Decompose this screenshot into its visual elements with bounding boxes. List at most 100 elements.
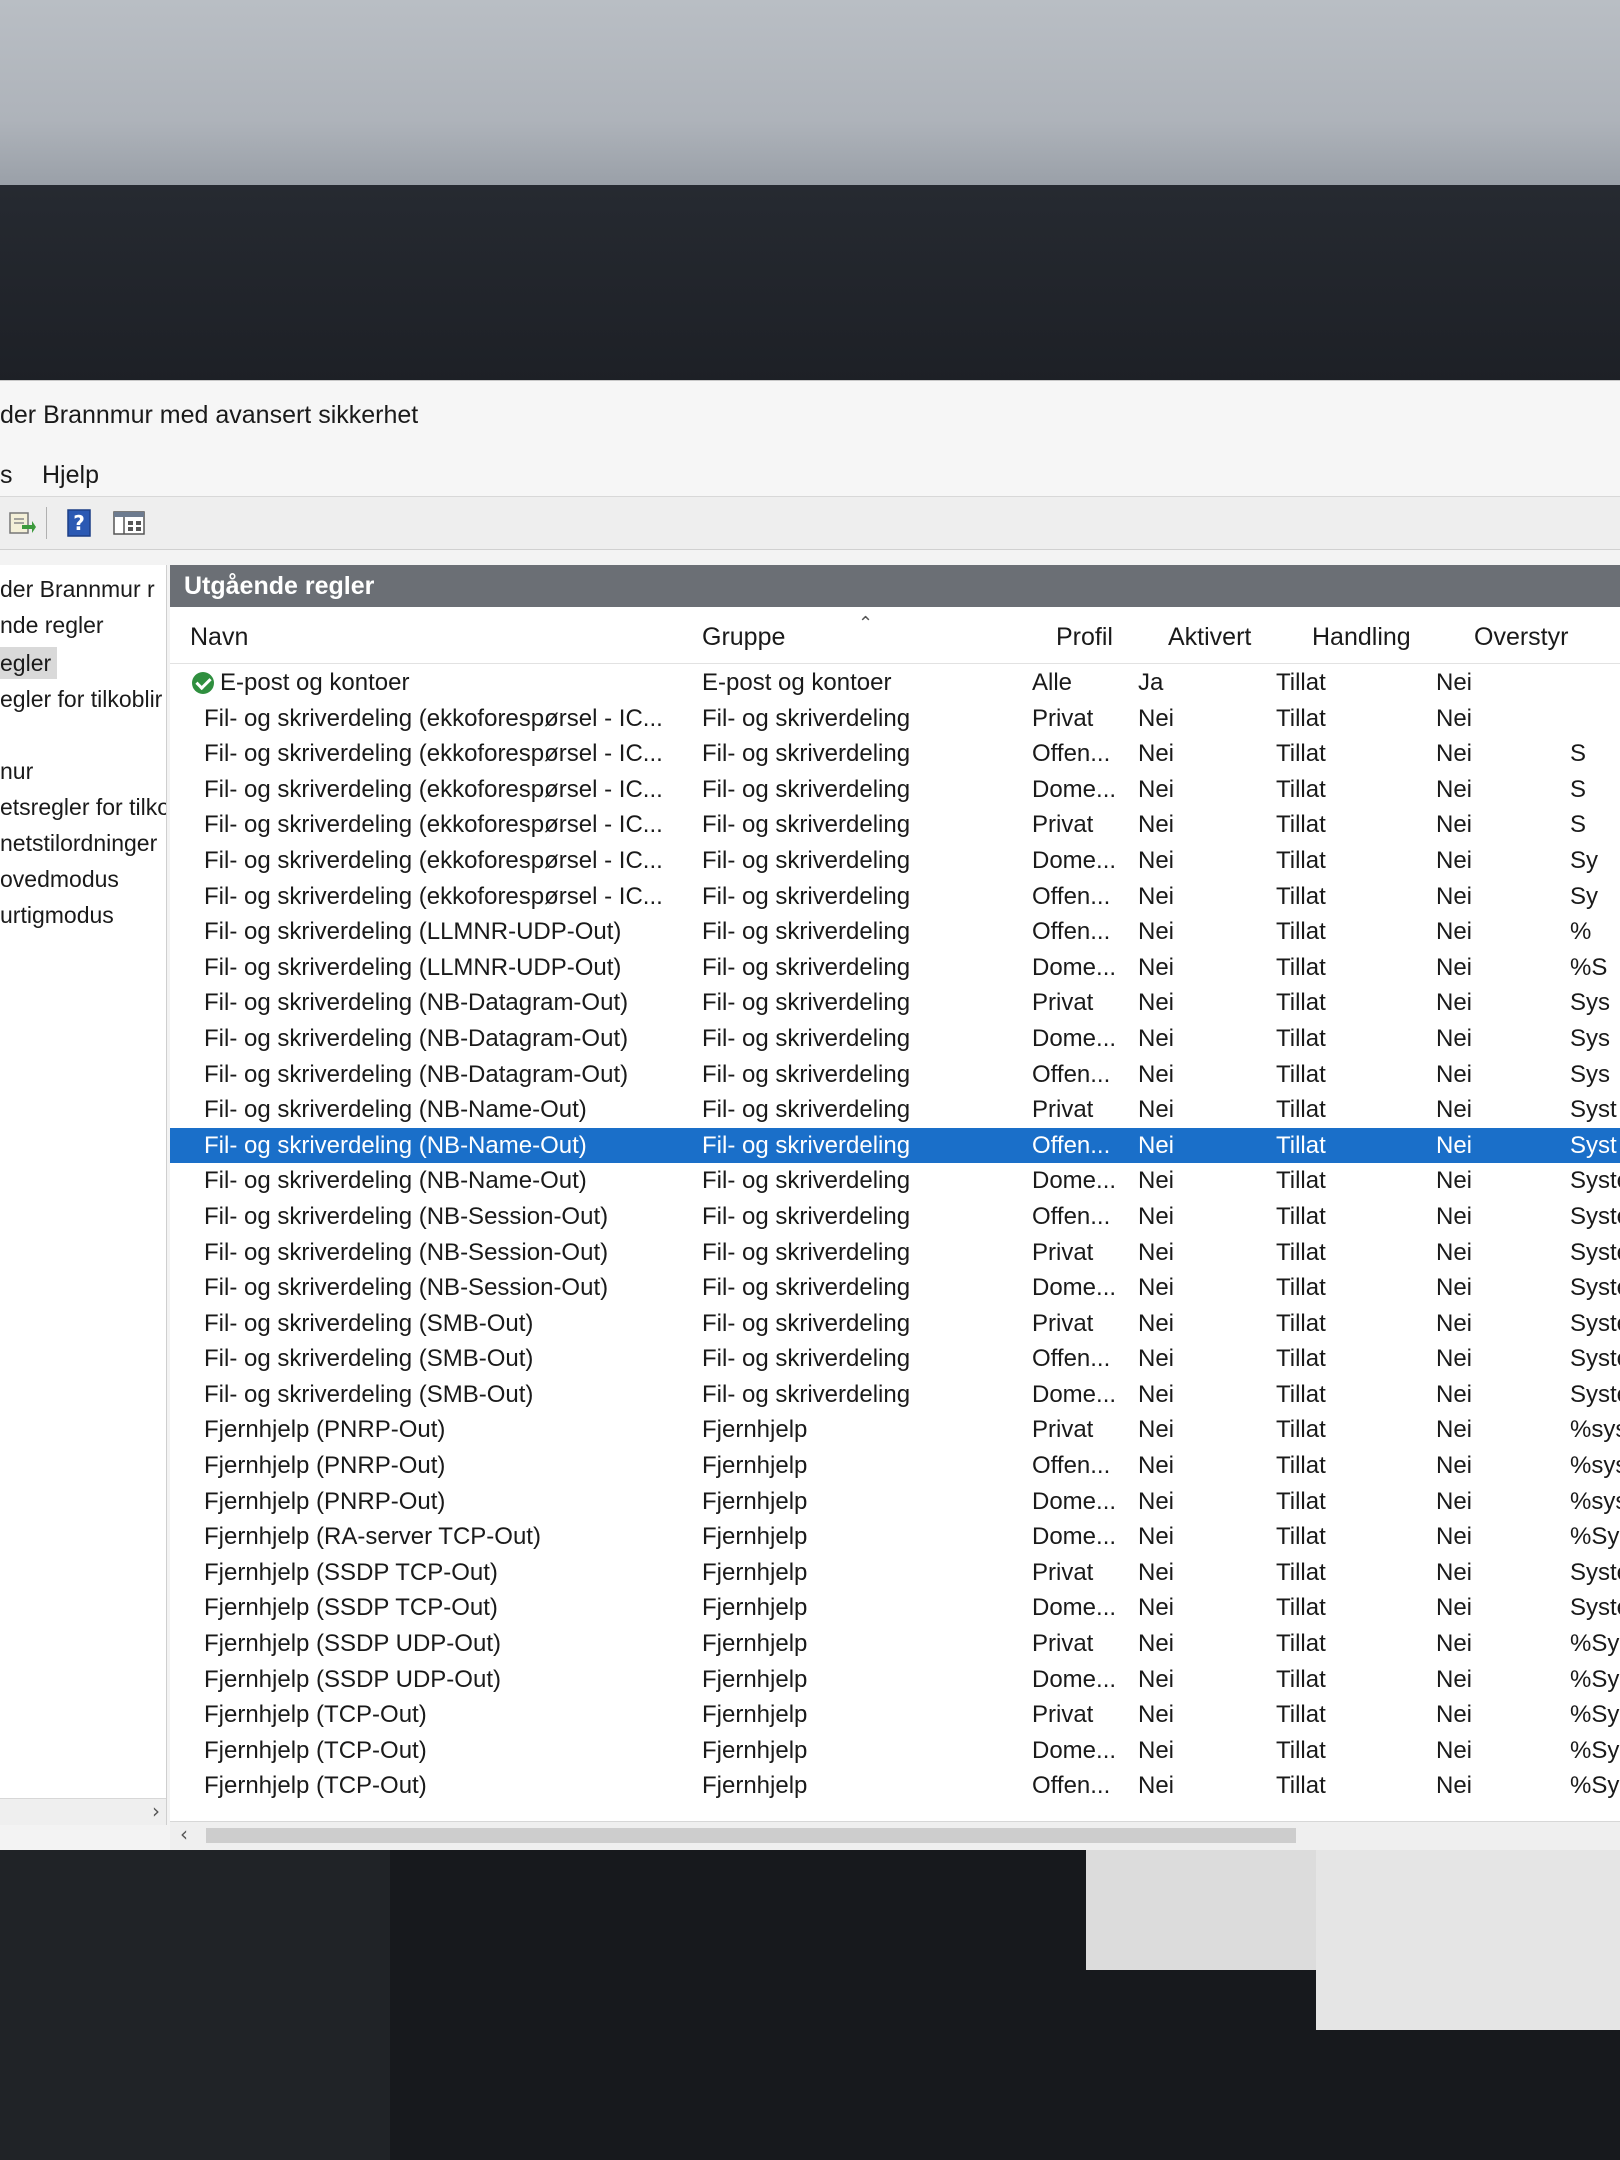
tree-item-quick-mode[interactable]: urtigmodus — [0, 899, 114, 931]
tree-item-monitoring[interactable]: nur — [0, 755, 33, 787]
cell-program: S — [1570, 740, 1587, 768]
paper-sheet — [1316, 1850, 1620, 2030]
cell-profile: Offen... — [1032, 1060, 1111, 1088]
table-row[interactable]: Fil- og skriverdeling (NB-Datagram-Out) F… — [170, 1057, 1620, 1093]
table-row[interactable]: E-post og kontoer E-post og kontoer Alle Ja… — [170, 665, 1620, 701]
table-row[interactable]: Fil- og skriverdeling (NB-Name-Out) Fil- … — [170, 1092, 1620, 1128]
tree-item-inbound-rules[interactable]: nde regler — [0, 609, 104, 641]
scroll-left-icon[interactable]: ‹ — [180, 1822, 188, 1846]
table-row[interactable]: Fil- og skriverdeling (SMB-Out) Fil- og s… — [170, 1377, 1620, 1413]
help-icon: ? — [67, 509, 91, 537]
cell-enabled: Nei — [1138, 953, 1175, 981]
tree-horizontal-scrollbar[interactable]: › — [0, 1798, 166, 1825]
table-row[interactable]: Fjernhjelp (PNRP-Out) Fjernhjelp Offen... N… — [170, 1448, 1620, 1484]
column-header-group[interactable]: Gruppe — [702, 623, 785, 652]
table-row[interactable]: Fjernhjelp (SSDP TCP-Out) Fjernhjelp Priva… — [170, 1555, 1620, 1591]
scroll-right-icon[interactable]: › — [152, 1799, 160, 1823]
tree-item-connection-rules[interactable]: egler for tilkoblir — [0, 683, 162, 715]
cell-profile: Privat — [1032, 704, 1094, 732]
export-button[interactable] — [2, 505, 40, 541]
cell-enabled: Nei — [1138, 1665, 1175, 1693]
tree-item-outbound-rules[interactable]: egler — [0, 647, 58, 679]
table-row[interactable]: Fil- og skriverdeling (ekkoforespørsel -… — [170, 879, 1620, 915]
tree-item-main-mode[interactable]: ovedmodus — [0, 863, 119, 895]
rules-list: E-post og kontoer E-post og kontoer Alle Ja… — [170, 665, 1620, 1804]
cell-action: Tillat — [1276, 704, 1326, 732]
table-row[interactable]: Fil- og skriverdeling (NB-Session-Out) Fi… — [170, 1270, 1620, 1306]
table-row[interactable]: Fjernhjelp (PNRP-Out) Fjernhjelp Dome... Ne… — [170, 1484, 1620, 1520]
cell-profile: Dome... — [1032, 1167, 1117, 1195]
table-row[interactable]: Fil- og skriverdeling (NB-Datagram-Out) F… — [170, 1021, 1620, 1057]
table-row[interactable]: Fjernhjelp (PNRP-Out) Fjernhjelp Privat Nei… — [170, 1412, 1620, 1448]
tree-item-root[interactable]: der Brannmur r — [0, 573, 155, 605]
table-row[interactable]: Fjernhjelp (SSDP UDP-Out) Fjernhjelp Priva… — [170, 1626, 1620, 1662]
menu-item-partial[interactable]: s — [0, 461, 13, 490]
column-header-enabled[interactable]: Aktivert — [1168, 623, 1251, 652]
table-row[interactable]: Fil- og skriverdeling (NB-Session-Out) Fi… — [170, 1235, 1620, 1271]
table-row[interactable]: Fil- og skriverdeling (LLMNR-UDP-Out) Fil… — [170, 950, 1620, 986]
cell-enabled: Nei — [1138, 811, 1175, 839]
scrollbar-thumb[interactable] — [206, 1828, 1296, 1843]
cell-enabled: Nei — [1138, 1380, 1175, 1408]
cell-enabled: Nei — [1138, 1202, 1175, 1230]
table-row[interactable]: Fil- og skriverdeling (NB-Name-Out) Fil- … — [170, 1163, 1620, 1199]
cell-override: Nei — [1436, 740, 1473, 768]
table-row[interactable]: Fjernhjelp (TCP-Out) Fjernhjelp Privat Nei T… — [170, 1697, 1620, 1733]
table-row[interactable]: Fjernhjelp (SSDP UDP-Out) Fjernhjelp Dome.… — [170, 1662, 1620, 1698]
cell-enabled: Nei — [1138, 846, 1175, 874]
table-row[interactable]: Fil- og skriverdeling (LLMNR-UDP-Out) Fil… — [170, 914, 1620, 950]
table-row[interactable]: Fil- og skriverdeling (SMB-Out) Fil- og s… — [170, 1341, 1620, 1377]
cell-group: Fil- og skriverdeling — [702, 1274, 911, 1302]
cell-enabled: Ja — [1138, 669, 1164, 696]
title-bar: der Brannmur med avansert sikkerhet — [0, 381, 1620, 451]
cell-action: Tillat — [1276, 775, 1326, 803]
cell-enabled: Nei — [1138, 1736, 1175, 1764]
table-row[interactable]: Fjernhjelp (TCP-Out) Fjernhjelp Dome... Nei… — [170, 1733, 1620, 1769]
cell-profile: Dome... — [1032, 1736, 1117, 1764]
monitor-bezel — [0, 185, 1620, 385]
help-button[interactable]: ? — [60, 505, 98, 541]
cell-group: Fil- og skriverdeling — [702, 740, 911, 768]
table-row[interactable]: Fil- og skriverdeling (ekkoforespørsel -… — [170, 843, 1620, 879]
cell-program: System — [1570, 1558, 1620, 1586]
cell-profile: Dome... — [1032, 1523, 1117, 1551]
cell-profile: Privat — [1032, 1096, 1094, 1124]
table-row[interactable]: Fjernhjelp (RA-server TCP-Out) Fjernhjelp… — [170, 1519, 1620, 1555]
cell-enabled: Nei — [1138, 1452, 1175, 1480]
table-row[interactable]: Fjernhjelp (TCP-Out) Fjernhjelp Offen... Ne… — [170, 1768, 1620, 1804]
cell-enabled: Nei — [1138, 1630, 1175, 1658]
table-row[interactable]: Fil- og skriverdeling (ekkoforespørsel -… — [170, 807, 1620, 843]
column-header-action[interactable]: Handling — [1312, 623, 1411, 652]
table-row[interactable]: Fil- og skriverdeling (NB-Name-Out) Fil- … — [170, 1127, 1620, 1164]
column-header-name[interactable]: Navn — [190, 623, 248, 652]
cell-group: Fil- og skriverdeling — [702, 918, 911, 946]
cell-program: Sys — [1570, 989, 1611, 1017]
cell-profile: Offen... — [1032, 882, 1111, 910]
cell-group: E-post og kontoer — [702, 669, 892, 696]
cell-group: Fjernhjelp — [702, 1416, 808, 1444]
tree-item-security-associations[interactable]: netstilordninger — [0, 827, 157, 859]
cell-action: Tillat — [1276, 1345, 1326, 1373]
cell-enabled: Nei — [1138, 1238, 1175, 1266]
table-row[interactable]: Fil- og skriverdeling (NB-Session-Out) Fi… — [170, 1199, 1620, 1235]
cell-enabled: Nei — [1138, 1131, 1175, 1159]
column-header-override[interactable]: Overstyr — [1474, 623, 1568, 652]
table-row[interactable]: Fjernhjelp (SSDP TCP-Out) Fjernhjelp Dome.… — [170, 1590, 1620, 1626]
table-row[interactable]: Fil- og skriverdeling (SMB-Out) Fil- og s… — [170, 1306, 1620, 1342]
cell-group: Fjernhjelp — [702, 1487, 808, 1515]
table-row[interactable]: Fil- og skriverdeling (ekkoforespørsel -… — [170, 772, 1620, 808]
table-row[interactable]: Fil- og skriverdeling (ekkoforespørsel -… — [170, 736, 1620, 772]
cell-group: Fil- og skriverdeling — [702, 846, 911, 874]
table-row[interactable]: Fil- og skriverdeling (NB-Datagram-Out) F… — [170, 985, 1620, 1021]
tree-item-security-rules[interactable]: etsregler for tilko — [0, 791, 166, 823]
menu-item-help[interactable]: Hjelp — [42, 461, 99, 490]
rules-horizontal-scrollbar[interactable]: ‹ — [170, 1821, 1620, 1850]
table-row[interactable]: Fil- og skriverdeling (ekkoforespørsel -… — [170, 701, 1620, 737]
cell-program: %System.. — [1570, 1701, 1620, 1729]
cell-action: Tillat — [1276, 1309, 1326, 1337]
column-header-profile[interactable]: Profil — [1056, 623, 1113, 652]
cell-profile: Offen... — [1032, 1452, 1111, 1480]
cell-enabled: Nei — [1138, 1345, 1175, 1373]
cell-enabled: Nei — [1138, 1309, 1175, 1337]
view-button[interactable] — [110, 505, 148, 541]
